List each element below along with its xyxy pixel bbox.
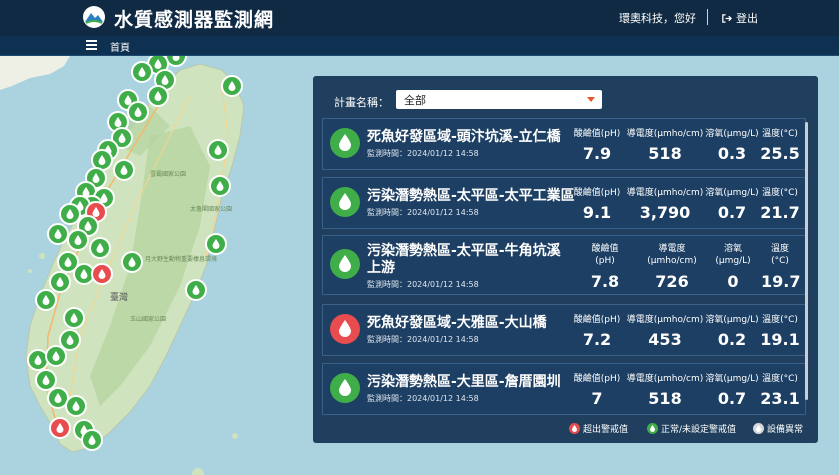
logout-button[interactable]: 登出 <box>721 10 758 26</box>
project-filter-label: 計畫名稱： <box>334 96 389 109</box>
station-card[interactable]: 死魚好發區域-頭汴坑溪-立仁橋 監測時間：2024/01/12 14:58 酸鹼… <box>322 118 806 170</box>
map-label-taroko: 太魯閣國家公園 <box>190 205 232 213</box>
app-title: 水質感測器監測網 <box>114 9 275 31</box>
temp-value: 19.1 <box>760 330 800 349</box>
temp-value: 25.5 <box>760 144 800 163</box>
project-select-value: 全部 <box>404 94 426 107</box>
monitor-time: 監測時間：2024/01/12 14:58 <box>367 149 479 158</box>
do-value: 0.3 <box>717 144 747 163</box>
do-value: 0.2 <box>717 330 747 349</box>
station-name: 死魚好發區域-頭汴坑溪-立仁橋 <box>367 129 561 145</box>
ec-value: 3,790 <box>639 203 691 222</box>
ec-value: 726 <box>655 272 689 291</box>
temp-label: 溫度(°C) <box>762 188 798 198</box>
monitor-time: 監測時間：2024/01/12 14:58 <box>367 280 479 289</box>
temp-label: 溫度(°C) <box>770 244 789 266</box>
station-name: 污染潛勢熱區-太平區-太平工業區 <box>367 188 575 204</box>
ec-value: 518 <box>648 144 682 163</box>
do-label: 溶氧(μmg/L) <box>705 315 759 325</box>
legend-alert: 超出警戒值 <box>569 422 628 435</box>
logout-label: 登出 <box>736 12 758 25</box>
monitor-time: 監測時間：2024/01/12 14:58 <box>367 394 479 403</box>
ec-label: 導電度(μmho/cm) <box>647 244 697 266</box>
ph-label: 酸鹼值(pH) <box>573 129 621 139</box>
ph-value: 7.2 <box>582 330 612 349</box>
temp-label: 溫度(°C) <box>762 315 798 325</box>
project-select[interactable]: 全部 <box>396 90 602 109</box>
do-value: 0.7 <box>717 203 747 222</box>
ph-value: 7 <box>591 389 603 408</box>
map-label-habitat: 月大野生動物重要棲息環境 <box>145 255 217 263</box>
ph-label: 酸鹼值(pH) <box>573 188 621 198</box>
normal-drop-icon <box>647 423 658 434</box>
ph-label: 酸鹼值(pH) <box>573 374 621 384</box>
temp-label: 溫度(°C) <box>762 129 798 139</box>
ph-value: 7.8 <box>590 272 620 291</box>
station-name: 污染潛勢熱區-太平區-牛角坑溪上游 <box>367 243 561 276</box>
sub-navigation: 首頁 <box>0 36 839 56</box>
monitor-time: 監測時間：2024/01/12 14:58 <box>367 335 479 344</box>
list-scrollbar[interactable] <box>805 122 808 400</box>
ec-label: 導電度(μmho/cm) <box>626 188 704 198</box>
temp-value: 21.7 <box>760 203 800 222</box>
station-panel: 計畫名稱： 全部 死魚好發區域-頭汴坑溪-立仁橋 監測時間：2024/01/12… <box>313 76 818 443</box>
normal-status-drop-icon <box>330 249 360 279</box>
normal-status-drop-icon <box>330 128 360 158</box>
station-list[interactable]: 死魚好發區域-頭汴坑溪-立仁橋 監測時間：2024/01/12 14:58 酸鹼… <box>322 118 811 415</box>
temp-value: 19.7 <box>761 272 801 291</box>
ph-value: 7.9 <box>582 144 612 163</box>
ec-value: 453 <box>648 330 682 349</box>
home-link[interactable]: 首頁 <box>110 39 130 54</box>
legend-normal-label: 正常/未設定警戒值 <box>661 425 737 435</box>
map-label-taiwan: 臺灣 <box>110 291 128 303</box>
station-name: 死魚好發區域-大雅區-大山橋 <box>367 315 547 331</box>
station-name: 污染潛勢熱區-大里區-詹厝園圳 <box>367 374 561 390</box>
legend-alert-label: 超出警戒值 <box>583 425 629 435</box>
do-label: 溶氧(μmg/L) <box>705 374 759 384</box>
normal-status-drop-icon <box>330 187 360 217</box>
alert-status-drop-icon <box>330 314 360 344</box>
station-card[interactable]: 死魚好發區域-大雅區-大山橋 監測時間：2024/01/12 14:58 酸鹼值… <box>322 304 806 356</box>
temp-value: 23.1 <box>760 389 800 408</box>
logout-icon <box>722 13 732 23</box>
do-value: 0.7 <box>717 389 747 408</box>
legend-abnormal-label: 設備異常 <box>767 425 804 435</box>
monitor-time: 監測時間：2024/01/12 14:58 <box>367 208 479 217</box>
hamburger-menu-icon[interactable] <box>86 40 97 50</box>
caret-down-icon <box>587 97 595 102</box>
map-label-yushan: 玉山國家公園 <box>130 315 166 323</box>
station-card[interactable]: 污染潛勢熱區-大里區-詹厝園圳 監測時間：2024/01/12 14:58 酸鹼… <box>322 363 806 415</box>
ec-label: 導電度(μmho/cm) <box>626 129 704 139</box>
temp-label: 溫度(°C) <box>762 374 798 384</box>
ec-label: 導電度(μmho/cm) <box>626 374 704 384</box>
map-label-shei-pa: 雪霸國家公園 <box>150 170 186 178</box>
do-label: 溶氧(μmg/L) <box>705 129 759 139</box>
station-card[interactable]: 污染潛勢熱區-太平區-牛角坑溪上游 監測時間：2024/01/12 14:58 … <box>322 235 806 295</box>
ph-label: 酸鹼值(pH) <box>573 315 621 325</box>
do-value: 0 <box>727 272 739 291</box>
ph-label: 酸鹼值(pH) <box>591 244 619 266</box>
normal-status-drop-icon <box>330 373 360 403</box>
logo-icon <box>83 6 105 28</box>
legend-abnormal: 設備異常 <box>753 422 803 435</box>
ph-value: 9.1 <box>582 203 612 222</box>
do-label: 溶氧(μmg/L) <box>705 188 759 198</box>
do-label: 溶氧(μmg/L) <box>715 244 751 266</box>
legend-normal: 正常/未設定警戒值 <box>647 422 736 435</box>
ec-value: 518 <box>648 389 682 408</box>
abnormal-drop-icon <box>753 423 764 434</box>
ec-label: 導電度(μmho/cm) <box>626 315 704 325</box>
top-header: 水質感測器監測網 環奧科技，您好 登出 <box>0 0 839 36</box>
alert-drop-icon <box>569 423 580 434</box>
header-separator <box>707 9 708 25</box>
user-greeting: 環奧科技，您好 <box>619 12 696 25</box>
station-card[interactable]: 污染潛勢熱區-太平區-太平工業區 監測時間：2024/01/12 14:58 酸… <box>322 177 806 229</box>
